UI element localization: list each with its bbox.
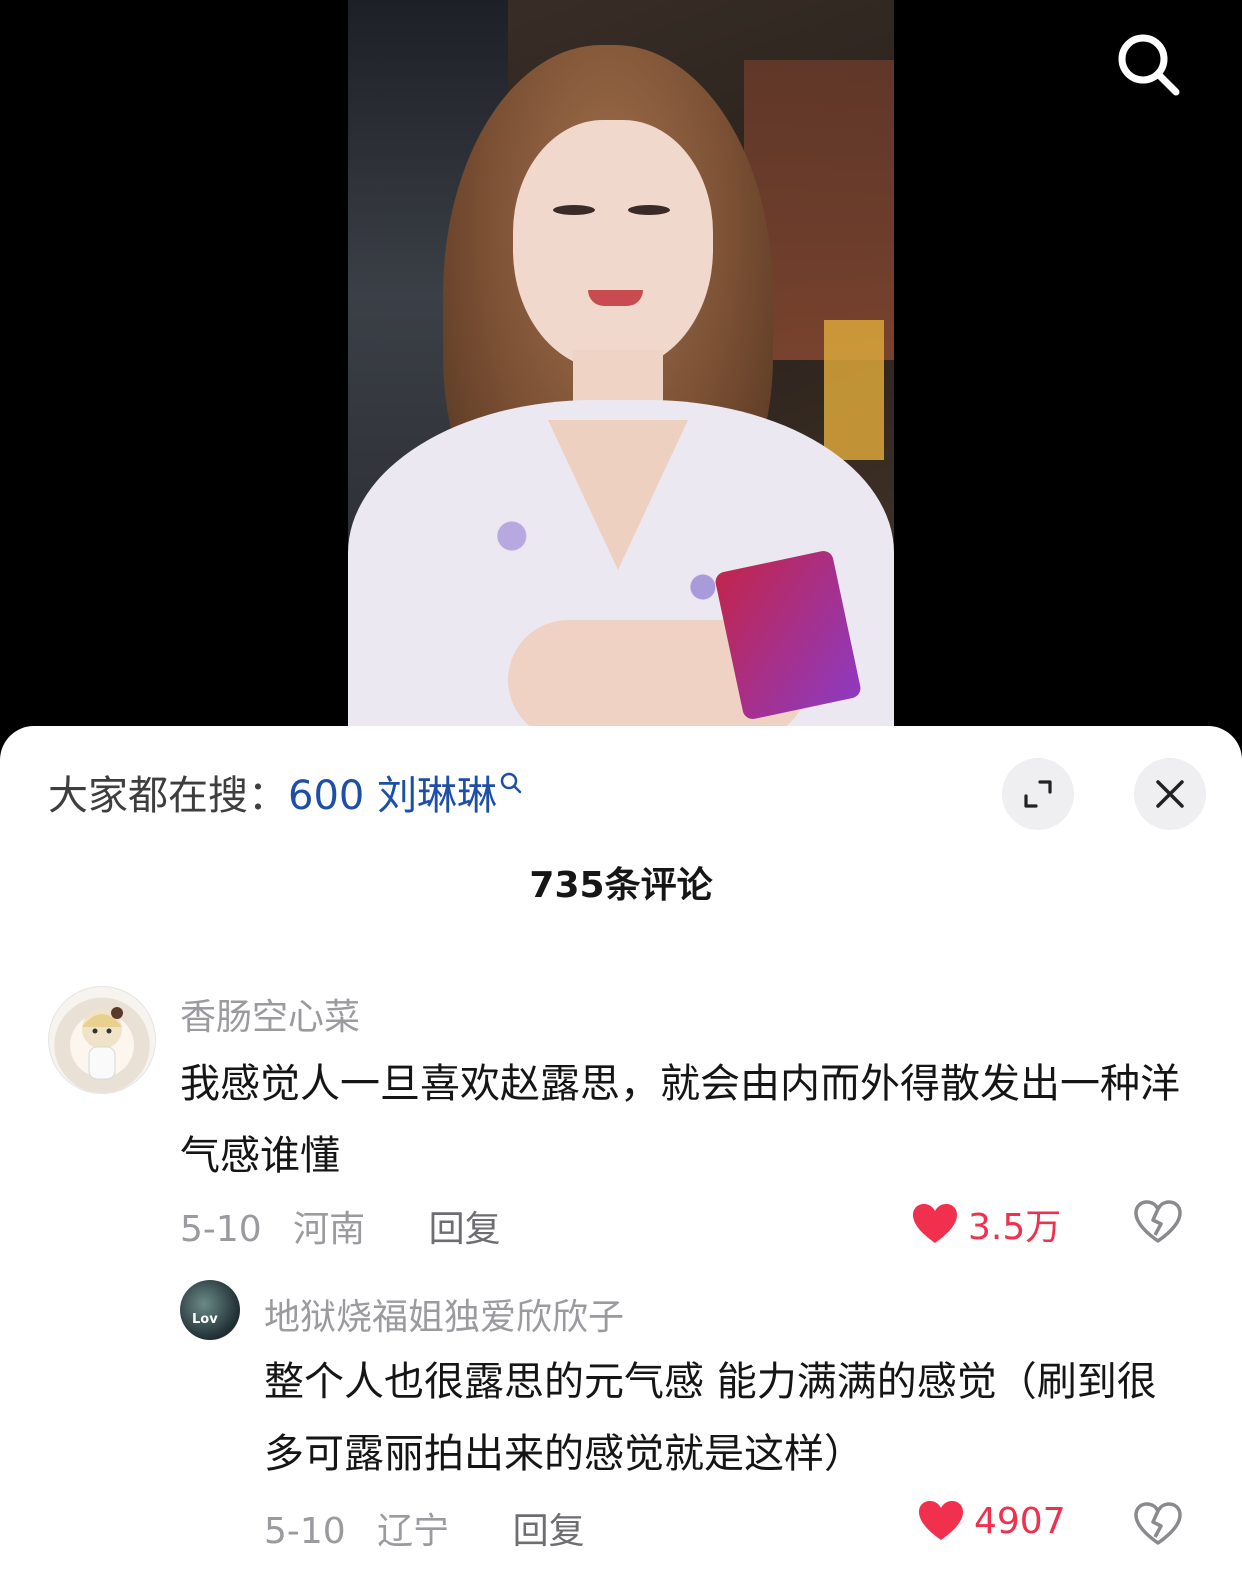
comment-username[interactable]: 地狱烧福姐独爱欣欣子: [264, 1288, 624, 1340]
person-eye: [628, 205, 670, 215]
background-lamp: [824, 320, 884, 460]
person-eye: [553, 205, 595, 215]
avatar[interactable]: Lov: [180, 1280, 240, 1340]
search-icon[interactable]: [1112, 28, 1184, 100]
person-face: [513, 120, 713, 370]
person-mouth: [588, 290, 643, 306]
heart-filled-icon: [919, 1501, 963, 1540]
video-player[interactable]: [0, 0, 1242, 740]
comment-location: 辽宁: [377, 1511, 450, 1552]
comment-date: 5-10: [264, 1511, 346, 1552]
like-button[interactable]: 4907: [918, 1500, 1066, 1542]
like-count: 4907: [974, 1500, 1066, 1542]
reply-button[interactable]: 回复: [513, 1511, 585, 1552]
comment-meta: 5-10 辽宁 回复: [264, 1502, 605, 1554]
video-frame[interactable]: [348, 0, 894, 740]
comment-text: 整个人也很露思的元气感 能力满满的感觉（刷到很多可露丽拍出来的感觉就是这样）: [264, 1359, 1157, 1477]
broken-heart-icon: [1134, 1502, 1182, 1545]
reply-item: Lov 地狱烧福姐独爱欣欣子 整个人也很露思的元气感 能力满满的感觉（刷到很多可…: [0, 726, 1242, 1582]
dislike-button[interactable]: [1134, 1502, 1182, 1550]
comment-sheet: 大家都在搜：600 刘琳琳 735条评论 香肠空心菜 我感觉人一旦喜欢赵露思，就…: [0, 726, 1242, 1582]
avatar-text: Lov: [192, 1312, 218, 1327]
